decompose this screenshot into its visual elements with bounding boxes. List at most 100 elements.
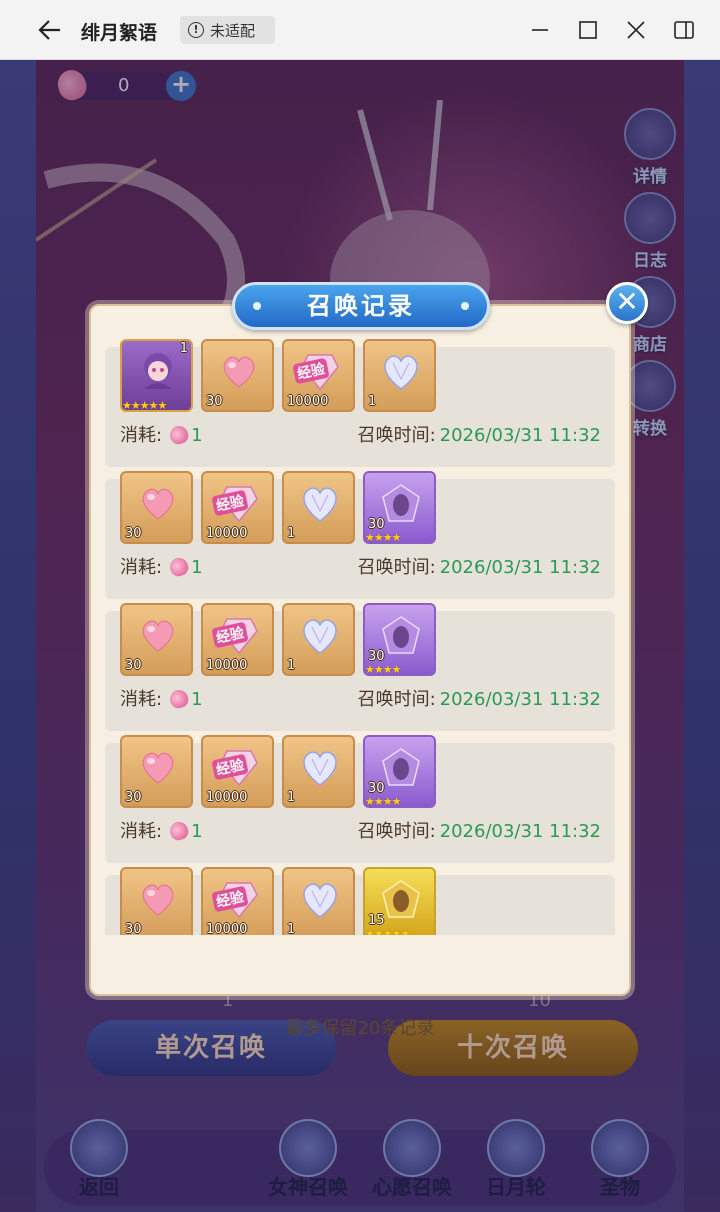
reward-item-exp[interactable]: 经验 10000: [282, 339, 355, 412]
cost-label: 消耗:: [120, 689, 163, 710]
record-cost: 消耗: 1: [120, 817, 203, 843]
crystal-heart-icon: [303, 487, 337, 522]
time-value: 2026/03/31 11:32: [439, 425, 601, 446]
cost-value: 1: [191, 689, 203, 710]
side-panel-icon[interactable]: [672, 18, 696, 42]
info-icon: !: [188, 22, 204, 38]
heart-icon: [142, 884, 174, 916]
heart-icon: [142, 752, 174, 784]
reward-item-crystal[interactable]: 1: [282, 603, 355, 676]
record-limit-note: 最多保留20条记录: [285, 1018, 435, 1039]
reward-item-exp[interactable]: 经验 10000: [201, 603, 274, 676]
reward-item-heart[interactable]: 30: [201, 339, 274, 412]
close-icon: ✕: [615, 285, 639, 318]
reward-item-shard-purple[interactable]: ★★★★ 30: [363, 471, 436, 544]
character-portrait-icon: [144, 353, 172, 389]
purple-shard-icon: [382, 616, 420, 654]
item-count: 10000: [206, 922, 248, 935]
item-count: 30: [125, 790, 142, 805]
item-count: 10000: [206, 526, 248, 541]
reward-item-heart[interactable]: 30: [120, 603, 193, 676]
reward-item-exp[interactable]: 经验 10000: [201, 867, 274, 935]
time-label: 召唤时间:: [357, 821, 436, 842]
cost-label: 消耗:: [120, 557, 163, 578]
cost-value: 1: [191, 821, 203, 842]
heart-icon: [223, 356, 255, 388]
item-count: 30: [125, 658, 142, 673]
dialog-title: 召唤记录: [232, 282, 490, 330]
reward-item-shard-purple[interactable]: ★★★★ 30: [363, 603, 436, 676]
item-count: 1: [287, 658, 296, 673]
reward-item-portrait[interactable]: ★★★★★ 1: [120, 339, 193, 412]
time-label: 召唤时间:: [357, 425, 436, 446]
record-row: 30 经验 10000 1 ★★★★ 30 消耗: 1 召唤时间: 2026/03/31 11:3…: [105, 471, 615, 599]
reward-item-shard-gold[interactable]: ★★★★★ 15: [363, 867, 436, 935]
record-time: 召唤时间: 2026/03/31 11:32: [358, 553, 601, 579]
window-title: 绯月絮语: [81, 22, 158, 44]
item-count: 30: [125, 922, 142, 935]
purple-shard-icon: [382, 748, 420, 786]
cost-value: 1: [191, 425, 203, 446]
crystal-heart-icon: [303, 751, 337, 786]
record-row: 30经验100001★★★★★15消耗:1召唤时间:2026/03/31 11:…: [105, 867, 615, 935]
record-time: 召唤时间: 2026/03/31 11:32: [358, 421, 601, 447]
record-row: 30 经验 10000 1 ★★★★ 30 消耗: 1 召唤时间: 2026/03/31 11:3…: [105, 603, 615, 731]
summon-gem-icon: [167, 819, 191, 843]
maximize-icon[interactable]: [576, 18, 600, 42]
back-arrow-icon[interactable]: [36, 16, 64, 44]
star-rating: ★★★★★: [365, 927, 410, 935]
crystal-heart-icon: [303, 619, 337, 654]
time-value: 2026/03/31 11:32: [439, 557, 601, 578]
time-label: 召唤时间:: [357, 689, 436, 710]
item-count: 30: [206, 394, 223, 409]
item-count: 15: [368, 913, 385, 928]
item-count: 1: [287, 922, 296, 935]
item-count: 30: [125, 526, 142, 541]
window-titlebar: 绯月絮语 ! 未适配: [0, 0, 720, 60]
record-row: ★★★★★ 1 30 经验 10000 1 消耗: 1 召唤时间: 2026/03/31 11:3…: [105, 339, 615, 467]
reward-item-crystal[interactable]: 1: [282, 735, 355, 808]
time-value: 2026/03/31 11:32: [439, 821, 601, 842]
minimize-icon[interactable]: [528, 18, 552, 42]
star-rating: ★★★★★: [122, 399, 167, 412]
record-row: 30 经验 10000 1 ★★★★ 30 消耗: 1 召唤时间: 2026/03/31 11:3…: [105, 735, 615, 863]
heart-icon: [142, 620, 174, 652]
time-label: 召唤时间:: [357, 557, 436, 578]
purple-shard-icon: [382, 484, 420, 522]
compat-badge: ! 未适配: [180, 16, 275, 44]
item-count: 1: [287, 526, 296, 541]
record-time: 召唤时间: 2026/03/31 11:32: [358, 685, 601, 711]
reward-item-heart[interactable]: 30: [120, 471, 193, 544]
item-count: 30: [368, 649, 385, 664]
item-count: 1: [287, 790, 296, 805]
cost-label: 消耗:: [120, 425, 163, 446]
heart-icon: [142, 488, 174, 520]
summon-gem-icon: [167, 687, 191, 711]
item-count: 1: [179, 341, 188, 356]
close-dialog-button[interactable]: ✕: [606, 282, 648, 324]
reward-item-heart[interactable]: 30: [120, 867, 193, 935]
item-count: 10000: [206, 658, 248, 673]
star-rating: ★★★★: [365, 795, 401, 808]
reward-item-crystal[interactable]: 1: [282, 471, 355, 544]
crystal-heart-icon: [384, 355, 418, 390]
summon-gem-icon: [167, 423, 191, 447]
item-count: 30: [368, 517, 385, 532]
game-viewport: 0 + 详情 日志 商店 转换 1 10 单次召唤 十次召唤 返回 女神召唤 心…: [0, 60, 720, 1212]
reward-item-heart[interactable]: 30: [120, 735, 193, 808]
reward-item-exp[interactable]: 经验 10000: [201, 471, 274, 544]
close-window-icon[interactable]: [624, 18, 648, 42]
reward-item-shard-purple[interactable]: ★★★★ 30: [363, 735, 436, 808]
record-cost: 消耗: 1: [120, 553, 203, 579]
records-list[interactable]: ★★★★★ 1 30 经验 10000 1 消耗: 1 召唤时间: 2026/03/31 11:3…: [105, 339, 615, 935]
item-count: 10000: [206, 790, 248, 805]
summon-gem-icon: [167, 555, 191, 579]
crystal-heart-icon: [303, 883, 337, 918]
reward-item-crystal[interactable]: 1: [282, 867, 355, 935]
time-value: 2026/03/31 11:32: [439, 689, 601, 710]
reward-item-crystal[interactable]: 1: [363, 339, 436, 412]
cost-value: 1: [191, 557, 203, 578]
gold-shard-icon: [382, 880, 420, 918]
cost-label: 消耗:: [120, 821, 163, 842]
reward-item-exp[interactable]: 经验 10000: [201, 735, 274, 808]
